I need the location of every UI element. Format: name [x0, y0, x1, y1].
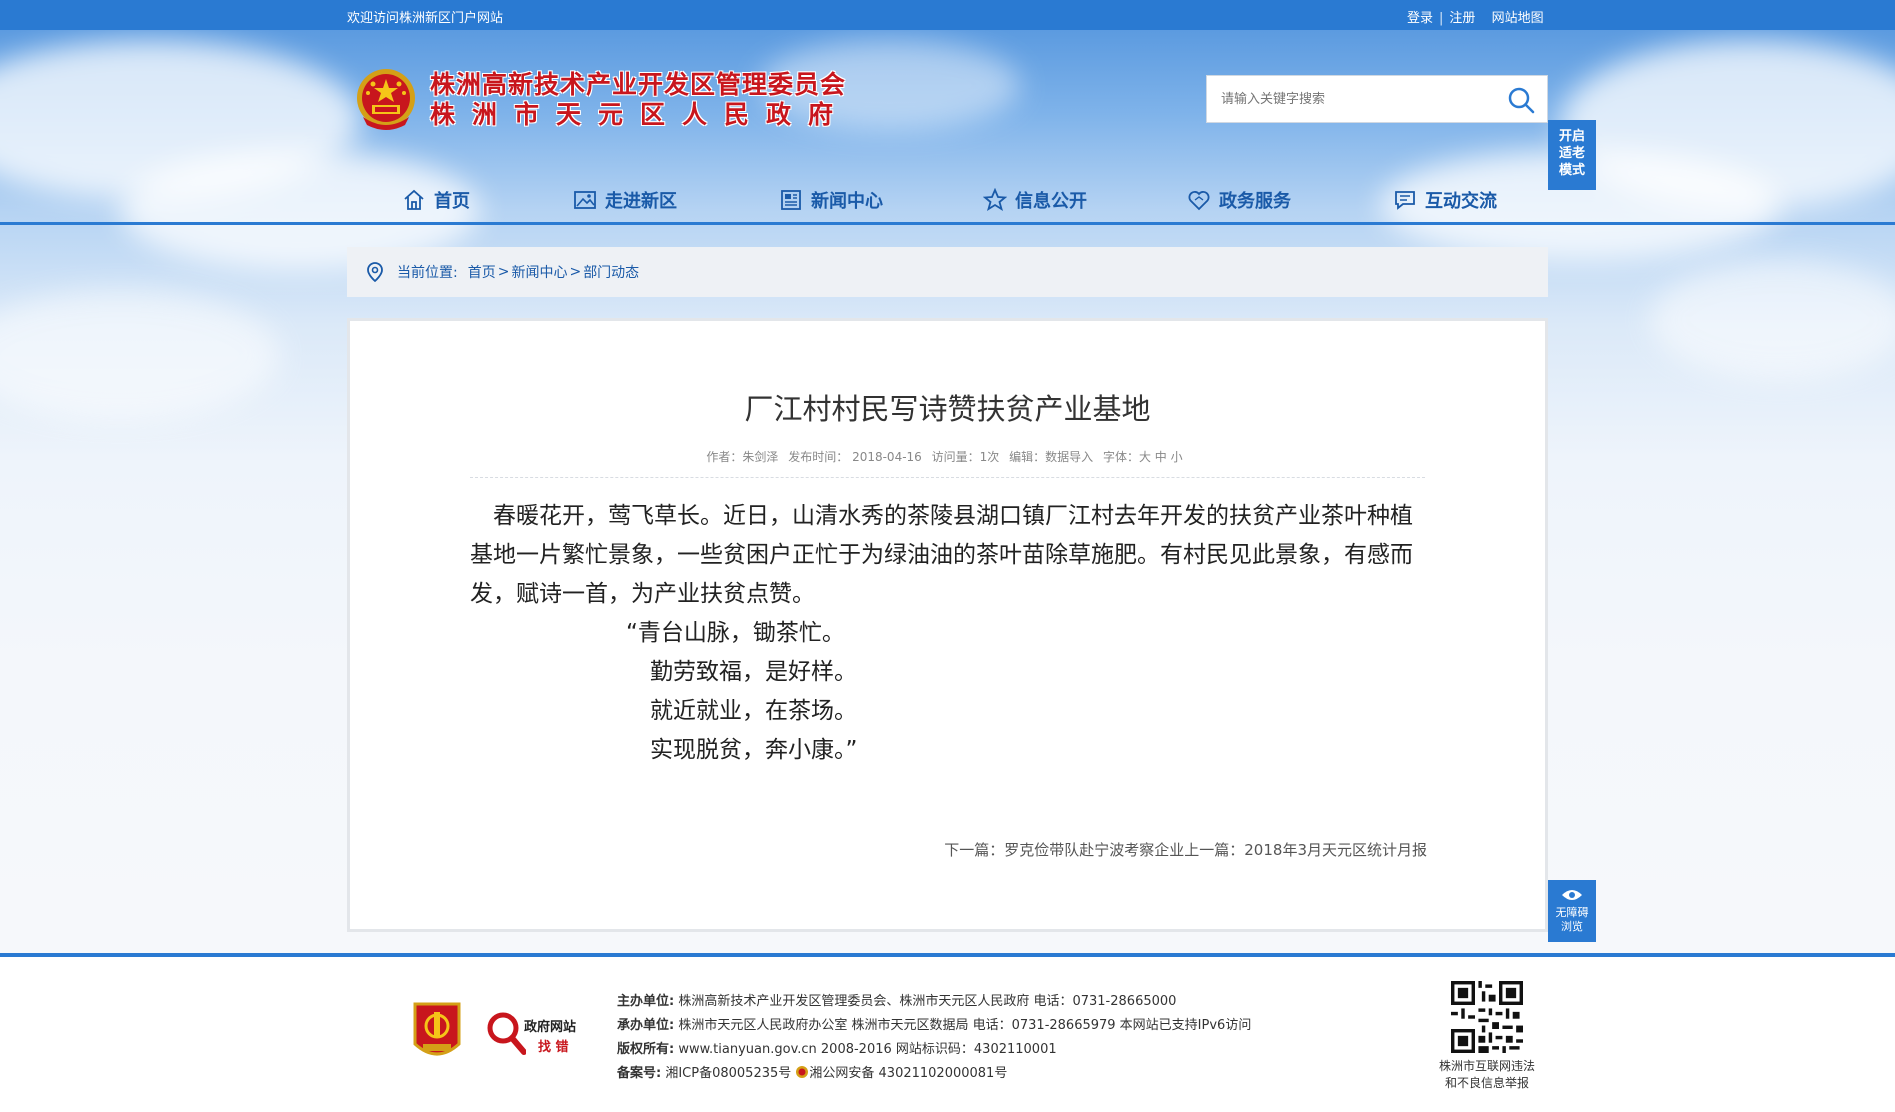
article-panel: 厂江村村民写诗赞扶贫产业基地 作者：朱剑泽 发布时间： 2018-04-16 访…: [347, 318, 1548, 932]
poem-line: 实现脱贫，奔小康。”: [650, 737, 858, 763]
accessibility-button[interactable]: 无障碍 浏览: [1548, 880, 1596, 942]
qr-code-icon: [1451, 981, 1523, 1053]
police-badge-icon: [796, 1066, 809, 1078]
breadcrumb: 当前位置: 首页 > 新闻中心 > 部门动态: [347, 247, 1548, 297]
breadcrumb-dept[interactable]: 部门动态: [583, 262, 639, 282]
location-pin-icon: [367, 262, 383, 282]
badge-gov-website: 政府网站: [524, 1020, 577, 1035]
elder-mode-label: 开启 适老 模式: [1558, 129, 1585, 178]
article-body: 春暖花开，莺飞草长。近日，山清水秀的茶陵县湖口镇厂江村去年开发的扶贫产业茶叶种植…: [470, 497, 1430, 770]
article-meta: 作者：朱剑泽 发布时间： 2018-04-16 访问量：1次 编辑：数据导入 字…: [350, 448, 1545, 465]
breadcrumb-news[interactable]: 新闻中心: [511, 262, 567, 282]
top-bar: 欢迎访问株洲新区门户网站 登录 | 注册 网站地图: [0, 0, 1895, 30]
nav-divider: [0, 222, 1895, 225]
register-link[interactable]: 注册: [1449, 11, 1475, 26]
badge-find-error: 找 错: [538, 1040, 569, 1055]
site-title-line1: 株洲高新技术产业开发区管理委员会: [430, 70, 847, 99]
footer-icp[interactable]: 湘ICP备08005235号: [665, 1066, 791, 1081]
footer-copyright: www.tianyuan.gov.cn 2008-2016 网站标识码：4302…: [678, 1042, 1057, 1057]
search-input[interactable]: [1207, 76, 1497, 122]
nav-home[interactable]: 首页: [402, 180, 470, 220]
footer-police[interactable]: 湘公网安备 43021102000081号: [809, 1066, 1007, 1081]
site-title-line2: 株洲市天元区人民政府: [430, 100, 851, 129]
nav-interaction[interactable]: 互动交流: [1393, 180, 1497, 220]
article-paragraph: 春暖花开，莺飞草长。近日，山清水秀的茶陵县湖口镇厂江村去年开发的扶贫产业茶叶种植…: [470, 503, 1413, 607]
poem-line: 勤劳致福，是好样。: [650, 659, 857, 685]
meta-divider: [470, 477, 1425, 478]
party-badge-icon[interactable]: [411, 1000, 463, 1064]
main-nav: 首页 走进新区 新闻中心 信息公开 政务服务 互动交流: [0, 180, 1895, 224]
top-links: 登录 | 注册 网站地图: [1407, 11, 1544, 26]
accessibility-label: 无障碍 浏览: [1555, 906, 1589, 933]
newspaper-icon: [781, 190, 801, 210]
article-title: 厂江村村民写诗赞扶贫产业基地: [744, 392, 1151, 426]
meta-author: 作者：朱剑泽: [706, 450, 779, 464]
meta-published: 发布时间： 2018-04-16: [788, 450, 922, 464]
site-title: 株洲高新技术产业开发区管理委员会 株洲市天元区人民政府: [430, 70, 850, 130]
poem-line: “青台山脉，锄茶忙。: [626, 620, 845, 646]
sitemap-link[interactable]: 网站地图: [1492, 11, 1544, 26]
heart-icon: [1188, 191, 1210, 211]
poem-line: 就近就业，在茶场。: [650, 698, 857, 724]
nav-news[interactable]: 新闻中心: [779, 180, 883, 220]
national-emblem-icon: [357, 69, 415, 130]
meta-editor: 编辑：数据导入: [1009, 450, 1094, 464]
nav-services[interactable]: 政务服务: [1187, 180, 1291, 220]
login-link[interactable]: 登录: [1407, 11, 1433, 26]
eye-icon: [1562, 890, 1582, 900]
picture-icon: [574, 191, 596, 209]
welcome-text: 欢迎访问株洲新区门户网站: [347, 11, 504, 26]
next-prev-links[interactable]: 下一篇：罗克俭带队赴宁波考察企业上一篇：2018年3月天元区统计月报: [944, 839, 1427, 860]
breadcrumb-home[interactable]: 首页: [468, 262, 496, 282]
footer-info: 主办单位: 株洲高新技术产业开发区管理委员会、株洲市天元区人民政府 电话：073…: [617, 994, 1252, 1081]
nav-info[interactable]: 信息公开: [983, 180, 1087, 220]
gov-website-error-badge[interactable]: 政府网站 找 错: [486, 1008, 586, 1058]
search-icon[interactable]: [1507, 86, 1535, 114]
home-icon: [404, 189, 424, 210]
chat-icon: [1395, 191, 1415, 210]
breadcrumb-label: 当前位置:: [397, 265, 458, 281]
footer-organizer: 株洲市天元区人民政府办公室 株洲市天元区数据局 电话：0731-28665979…: [678, 1018, 1252, 1033]
meta-views: 访问量：1次: [931, 450, 1000, 464]
footer-sponsor: 株洲高新技术产业开发区管理委员会、株洲市天元区人民政府 电话：0731-2866…: [678, 994, 1177, 1009]
magnifier-icon: [487, 1012, 526, 1055]
star-icon: [983, 188, 1007, 211]
nav-about[interactable]: 走进新区: [573, 180, 677, 220]
meta-font-size[interactable]: 字体：大 中 小: [1103, 450, 1183, 464]
qr-caption: 株洲市互联网违法 和不良信息举报: [1438, 1059, 1535, 1090]
search-box: [1206, 75, 1548, 123]
poem: “青台山脉，锄茶忙。 勤劳致福，是好样。 就近就业，在茶场。 实现脱贫，奔小康。…: [470, 614, 1430, 770]
